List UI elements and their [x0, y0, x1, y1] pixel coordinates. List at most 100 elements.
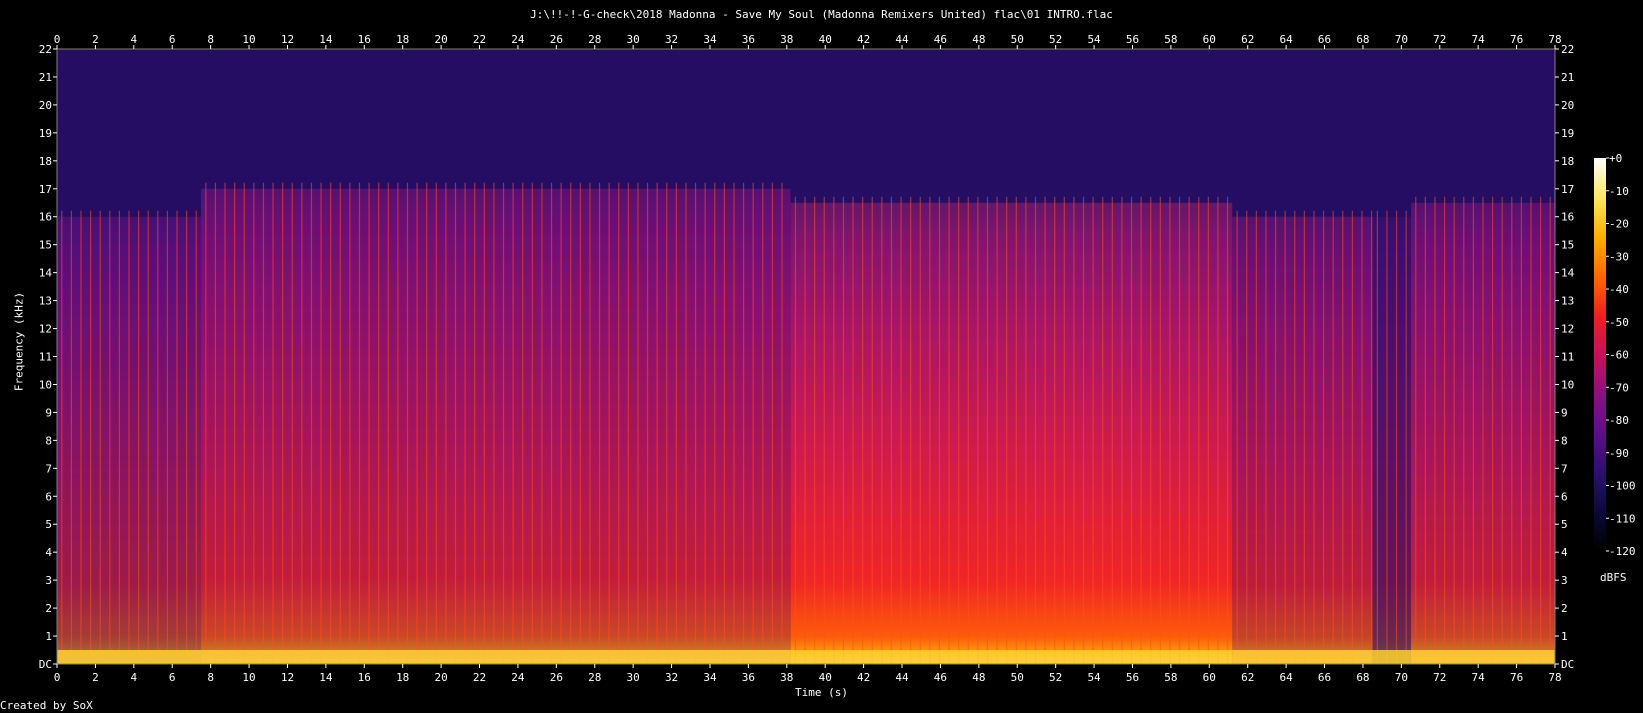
section-noise-1 — [201, 49, 791, 189]
x-tick-label-top: 56 — [1126, 33, 1139, 46]
x-tick-label: 12 — [281, 671, 294, 684]
x-tick-label: 4 — [131, 671, 138, 684]
x-tick-label-top: 24 — [511, 33, 525, 46]
section-tint-3 — [1232, 216, 1373, 664]
colorbar-tick-label: -100 — [1609, 480, 1636, 493]
spectrum-section-1 — [201, 49, 791, 665]
colorbar-tick-label: -90 — [1609, 447, 1629, 460]
x-tick-label: 50 — [1011, 671, 1024, 684]
y-tick-label: 18 — [39, 155, 52, 168]
section-bass-0 — [57, 650, 202, 664]
x-tick-label: 56 — [1126, 671, 1139, 684]
colorbar-tick-label: +0 — [1609, 152, 1622, 165]
colorbar-tick-label: -110 — [1609, 512, 1636, 525]
x-tick-label-top: 68 — [1356, 33, 1369, 46]
colorbar-ramp — [1594, 158, 1606, 551]
x-tick-label-top: 46 — [934, 33, 947, 46]
x-tick-label: 54 — [1087, 671, 1101, 684]
footer-credit: Created by SoX — [0, 699, 93, 712]
x-tick-label: 70 — [1395, 671, 1408, 684]
x-tick-label-top: 14 — [319, 33, 333, 46]
x-tick-label-top: 52 — [1049, 33, 1062, 46]
y-tick-label: 21 — [39, 71, 52, 84]
y-tick-label-right: 12 — [1561, 323, 1574, 336]
colorbar-tick-label: -50 — [1609, 316, 1629, 329]
x-axis-label: Time (s) — [795, 686, 848, 699]
x-tick-label: 34 — [703, 671, 717, 684]
y-tick-label-right: 22 — [1561, 43, 1574, 56]
y-tick-label-right: 11 — [1561, 351, 1574, 364]
x-tick-label: 48 — [972, 671, 985, 684]
colorbar-tick-label: -40 — [1609, 283, 1629, 296]
y-tick-label-right: 2 — [1561, 602, 1568, 615]
x-tick-label-top: 62 — [1241, 33, 1254, 46]
x-tick-label: 74 — [1472, 671, 1486, 684]
y-tick-label-right: 10 — [1561, 378, 1574, 391]
x-tick-label-top: 0 — [54, 33, 61, 46]
y-tick-label: 17 — [39, 183, 52, 196]
y-tick-label-right: 20 — [1561, 99, 1574, 112]
spectrum-section-5 — [1410, 49, 1555, 664]
y-tick-label: 19 — [39, 127, 52, 140]
x-tick-label-top: 72 — [1433, 33, 1446, 46]
x-tick-label: 20 — [434, 671, 447, 684]
y-tick-label-right: 8 — [1561, 434, 1568, 447]
y-tick-label: 4 — [45, 546, 52, 559]
y-tick-label-right: 7 — [1561, 462, 1568, 475]
y-tick-label: 15 — [39, 239, 52, 252]
colorbar-tick-label: -120 — [1609, 545, 1636, 558]
colorbar-tick-label: -60 — [1609, 349, 1629, 362]
y-tick-label: 7 — [45, 462, 52, 475]
x-tick-label: 42 — [857, 671, 870, 684]
x-tick-label: 62 — [1241, 671, 1254, 684]
y-tick-label-right: 16 — [1561, 211, 1574, 224]
y-tick-label-right: 18 — [1561, 155, 1574, 168]
x-tick-label-top: 40 — [819, 33, 832, 46]
x-tick-label: 40 — [819, 671, 832, 684]
section-noise-2 — [790, 49, 1233, 203]
x-tick-label-top: 44 — [895, 33, 909, 46]
section-tint-4 — [1372, 216, 1411, 664]
x-tick-label: 2 — [92, 671, 99, 684]
x-tick-label-top: 70 — [1395, 33, 1408, 46]
x-tick-label-top: 48 — [972, 33, 985, 46]
x-tick-label: 26 — [550, 671, 563, 684]
x-tick-label: 36 — [742, 671, 755, 684]
x-tick-label: 10 — [242, 671, 255, 684]
y-tick-label-right: 15 — [1561, 239, 1574, 252]
x-tick-label: 66 — [1318, 671, 1331, 684]
x-tick-label-top: 20 — [434, 33, 447, 46]
x-tick-label: 72 — [1433, 671, 1446, 684]
plot-area — [57, 49, 1555, 665]
x-tick-label-top: 64 — [1280, 33, 1294, 46]
section-noise-3 — [1232, 49, 1373, 217]
x-tick-label: 46 — [934, 671, 947, 684]
spectrum-section-2 — [790, 49, 1233, 664]
y-tick-label-right: 13 — [1561, 295, 1574, 308]
x-tick-label-top: 16 — [358, 33, 371, 46]
spectrum-section-4 — [1372, 49, 1411, 664]
x-tick-label-top: 78 — [1548, 33, 1561, 46]
section-tint-2 — [790, 202, 1233, 664]
x-tick-label: 6 — [169, 671, 176, 684]
x-tick-label: 18 — [396, 671, 409, 684]
x-tick-label-top: 50 — [1011, 33, 1024, 46]
x-tick-label-top: 66 — [1318, 33, 1331, 46]
y-tick-label: DC — [39, 658, 52, 671]
x-tick-label: 76 — [1510, 671, 1523, 684]
colorbar-tick-label: -30 — [1609, 250, 1629, 263]
y-axis-label: Frequency (kHz) — [12, 291, 26, 392]
y-tick-label: 14 — [39, 267, 53, 280]
y-tick-label: 6 — [45, 490, 52, 503]
y-tick-label-right: 19 — [1561, 127, 1574, 140]
y-tick-label-right: 9 — [1561, 406, 1568, 419]
x-tick-label-top: 28 — [588, 33, 601, 46]
colorbar-tick-label: -70 — [1609, 381, 1629, 394]
x-tick-label: 32 — [665, 671, 678, 684]
x-tick-label-top: 4 — [131, 33, 138, 46]
y-tick-label-right: 17 — [1561, 183, 1574, 196]
y-tick-label: 9 — [45, 406, 52, 419]
x-tick-label: 24 — [511, 671, 525, 684]
y-tick-label: 1 — [45, 630, 52, 643]
y-tick-label: 10 — [39, 378, 52, 391]
